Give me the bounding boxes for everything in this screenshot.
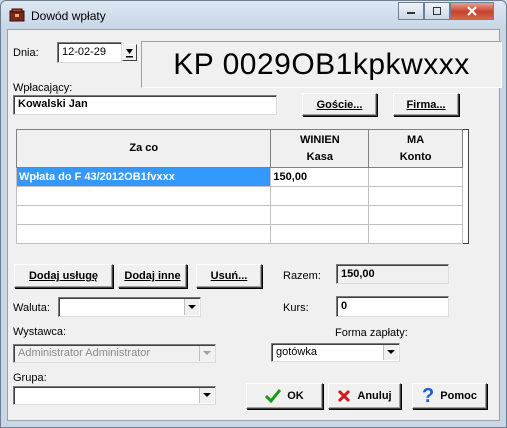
title-bar[interactable]: Dowód wpłaty bbox=[1, 1, 506, 29]
row-filler bbox=[462, 206, 468, 225]
issuer-value: Administrator Administrator bbox=[18, 347, 151, 359]
issuer-select: Administrator Administrator bbox=[13, 344, 216, 363]
add-service-button[interactable]: Dodaj usługę bbox=[14, 264, 113, 288]
remove-button[interactable]: Usuń... bbox=[196, 264, 262, 288]
ok-button[interactable]: OK bbox=[246, 383, 323, 409]
table-cell[interactable] bbox=[368, 186, 463, 206]
table-cell[interactable] bbox=[368, 167, 463, 187]
row-filler bbox=[462, 225, 468, 244]
minimize-icon bbox=[407, 12, 415, 14]
column-header-for-what[interactable]: Za co bbox=[15, 129, 272, 168]
rate-value: 0 bbox=[341, 300, 348, 312]
add-other-label: Dodaj inne bbox=[124, 270, 181, 282]
payment-method-select[interactable]: gotówka bbox=[271, 343, 400, 362]
document-number: KP 0029OB1kpkwxxx bbox=[141, 41, 502, 88]
column-header-label: WINIEN bbox=[299, 133, 340, 146]
payment-method-label: Forma zapłaty: bbox=[335, 327, 408, 339]
column-header-sublabel: Kasa bbox=[306, 150, 333, 163]
table-cell[interactable] bbox=[15, 224, 272, 244]
date-field[interactable]: 12-02-29 bbox=[57, 42, 122, 63]
group-select[interactable] bbox=[13, 386, 216, 405]
currency-label: Waluta: bbox=[13, 302, 50, 314]
payment-items-table[interactable]: Za co WINIEN Kasa MA Konto Wpłata do F 43/… bbox=[15, 129, 469, 244]
add-service-label: Dodaj usługę bbox=[28, 270, 99, 282]
date-picker-button[interactable] bbox=[122, 44, 137, 61]
rate-input[interactable]: 0 bbox=[336, 296, 449, 317]
payer-input[interactable]: Kowalski Jan bbox=[13, 95, 277, 115]
minimize-button[interactable] bbox=[398, 2, 424, 20]
table-cell[interactable]: 150,00 bbox=[270, 167, 370, 187]
maximize-button[interactable] bbox=[424, 2, 450, 20]
currency-select[interactable] bbox=[58, 297, 201, 317]
check-icon bbox=[265, 389, 282, 403]
row-filler bbox=[462, 187, 468, 206]
table-cell[interactable] bbox=[270, 224, 370, 244]
table-cell[interactable] bbox=[15, 186, 272, 206]
table-cell[interactable] bbox=[368, 205, 463, 225]
chevron-down-icon bbox=[199, 346, 214, 361]
date-label: Dnia: bbox=[13, 47, 39, 59]
payer-value: Kowalski Jan bbox=[18, 98, 88, 110]
maximize-icon bbox=[433, 7, 441, 15]
table-cell[interactable] bbox=[368, 224, 463, 244]
help-label: Pomoc bbox=[440, 390, 477, 402]
table-cell[interactable] bbox=[270, 186, 370, 206]
close-button[interactable] bbox=[450, 2, 494, 20]
group-label: Grupa: bbox=[13, 372, 47, 384]
dialog-body: Dnia: 12-02-29 KP 0029OB1kpkwxxx Wpłacaj… bbox=[7, 29, 502, 421]
company-button-label: Firma... bbox=[406, 98, 446, 111]
ok-label: OK bbox=[287, 390, 304, 402]
total-value: 150,00 bbox=[341, 268, 375, 280]
total-label: Razem: bbox=[283, 270, 321, 282]
table-row[interactable]: Wpłata do F 43/2012OB1fvxxx 150,00 bbox=[15, 167, 469, 187]
cancel-label: Anuluj bbox=[357, 390, 392, 402]
column-header-sublabel: Konto bbox=[399, 150, 432, 163]
cancel-x-icon bbox=[338, 389, 351, 403]
rate-label: Kurs: bbox=[283, 302, 309, 314]
dialog-window: Dowód wpłaty Dnia: 12-02-29 KP 0029OB1kp… bbox=[0, 0, 507, 428]
table-cell[interactable]: Wpłata do F 43/2012OB1fvxxx bbox=[15, 167, 272, 187]
column-header-label: MA bbox=[407, 133, 425, 146]
window-title: Dowód wpłaty bbox=[31, 9, 106, 23]
help-button[interactable]: ? Pomoc bbox=[412, 383, 487, 409]
column-header-debit[interactable]: WINIEN Kasa bbox=[270, 129, 370, 168]
payment-method-value: gotówka bbox=[276, 346, 317, 358]
download-arrow-icon bbox=[126, 48, 133, 57]
payer-label: Wpłacający: bbox=[13, 82, 73, 94]
app-icon bbox=[9, 8, 25, 22]
table-cell[interactable] bbox=[270, 205, 370, 225]
table-row[interactable] bbox=[15, 224, 469, 244]
row-filler bbox=[462, 168, 468, 187]
header-filler bbox=[462, 129, 469, 168]
table-row[interactable] bbox=[15, 186, 469, 206]
table-cell[interactable] bbox=[15, 205, 272, 225]
guests-button[interactable]: Goście... bbox=[302, 93, 377, 116]
close-icon bbox=[467, 6, 477, 16]
remove-label: Usuń... bbox=[210, 270, 248, 282]
chevron-down-icon[interactable] bbox=[199, 388, 214, 403]
table-row[interactable] bbox=[15, 205, 469, 225]
column-header-credit[interactable]: MA Konto bbox=[368, 129, 463, 168]
help-question-icon: ? bbox=[422, 385, 435, 407]
chevron-down-icon[interactable] bbox=[184, 299, 199, 315]
total-field: 150,00 bbox=[336, 264, 449, 284]
guests-button-label: Goście... bbox=[316, 98, 363, 111]
date-value: 12-02-29 bbox=[62, 46, 107, 58]
issuer-label: Wystawca: bbox=[13, 326, 67, 338]
column-header-label: Za co bbox=[129, 142, 159, 154]
cancel-button[interactable]: Anuluj bbox=[328, 383, 401, 409]
add-other-button[interactable]: Dodaj inne bbox=[118, 264, 187, 288]
company-button[interactable]: Firma... bbox=[393, 93, 459, 116]
chevron-down-icon[interactable] bbox=[383, 345, 398, 360]
